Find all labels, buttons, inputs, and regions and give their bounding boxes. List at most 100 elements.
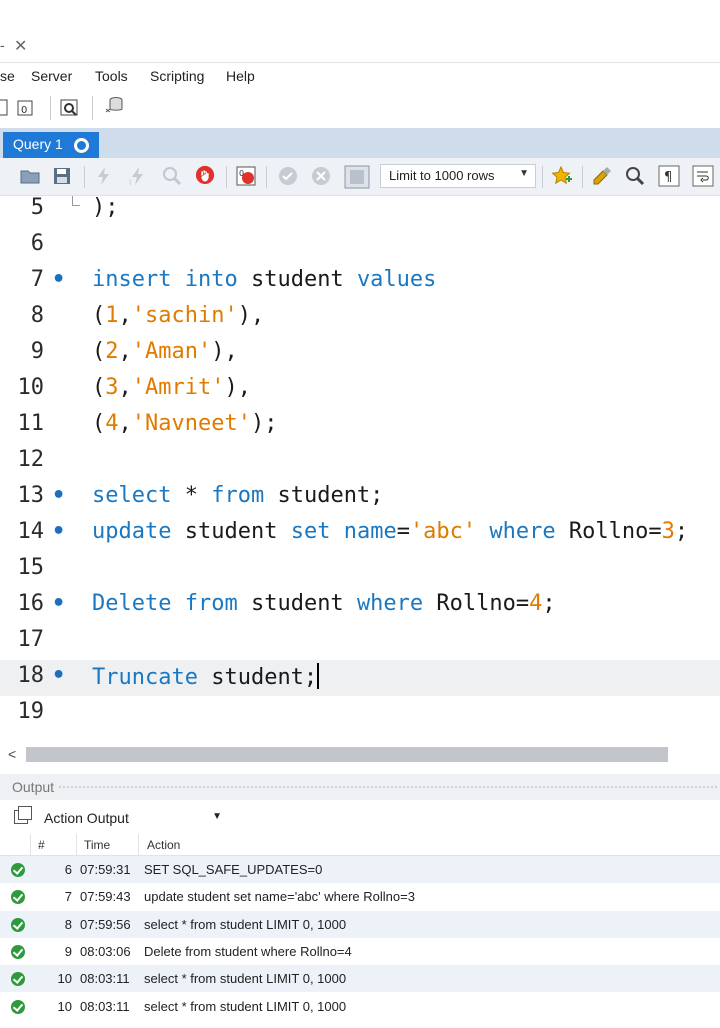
menu-item-scripting[interactable]: Scripting xyxy=(150,68,204,84)
rollback-icon[interactable] xyxy=(311,166,331,186)
table-row[interactable]: 10 08:03:11 select * from student LIMIT 0,… xyxy=(0,965,720,993)
tab-busy-icon xyxy=(74,138,89,153)
table-row[interactable]: 9 08:03:06 Delete from student where Rolln… xyxy=(0,938,720,965)
editor-line[interactable]: 16 • Delete from student where Rollno=4; xyxy=(0,588,720,624)
beautify-brush-icon[interactable] xyxy=(592,166,612,186)
code-token: ; xyxy=(542,591,556,616)
sql-keyword: values xyxy=(356,267,437,292)
close-window-button[interactable]: ✕ xyxy=(14,36,27,56)
sql-keyword: Truncate xyxy=(92,665,198,690)
code-token: , xyxy=(118,375,132,400)
column-divider xyxy=(138,834,139,856)
editor-horizontal-scrollbar[interactable]: < xyxy=(0,744,720,766)
code-token: Rollno= xyxy=(555,519,662,544)
sql-keyword: into xyxy=(184,267,238,292)
wrap-lines-icon[interactable] xyxy=(692,165,714,187)
output-type-select[interactable]: Action Output ▼ xyxy=(38,806,226,830)
editor-line[interactable]: 11 (4,'Navneet'); xyxy=(0,408,720,444)
code-token: ( xyxy=(92,339,106,364)
menu-item-server[interactable]: Server xyxy=(31,68,72,84)
editor-line[interactable]: 17 xyxy=(0,624,720,660)
copy-icon[interactable] xyxy=(14,806,32,824)
inspector-icon[interactable] xyxy=(60,98,80,118)
limit-rows-select[interactable]: Limit to 1000 rows ▼ xyxy=(380,164,536,188)
commit-icon[interactable] xyxy=(278,166,298,186)
statement-marker-icon: • xyxy=(52,267,66,292)
statement-marker-icon: • xyxy=(52,483,66,508)
editor-line[interactable]: 8 (1,'sachin'), xyxy=(0,300,720,336)
menu-item-help[interactable]: Help xyxy=(226,68,255,84)
editor-line[interactable]: 18 • Truncate student; xyxy=(0,660,720,696)
editor-line[interactable]: 10 (3,'Amrit'), xyxy=(0,372,720,408)
code-token: student; xyxy=(264,483,384,508)
table-row[interactable]: 8 07:59:56 select * from student LIMIT 0, … xyxy=(0,910,720,938)
table-row[interactable]: 10 08:03:11 select * from student LIMIT 0,… xyxy=(0,993,720,1020)
svg-text:0: 0 xyxy=(239,169,244,178)
table-row[interactable]: 7 07:59:43 update student set name='abc' w… xyxy=(0,883,720,910)
editor-line[interactable]: 14 • update student set name='abc' where R… xyxy=(0,516,720,552)
toolbar-separator xyxy=(50,96,51,120)
sql-editor[interactable]: 5); 6 7 • insert into student values 8 (1,'sac… xyxy=(0,196,720,744)
column-header-time[interactable]: Time xyxy=(84,838,110,852)
menu-item-tools[interactable]: Tools xyxy=(95,68,128,84)
sql-literal: 4 xyxy=(105,411,119,436)
menu-item-database[interactable]: se xyxy=(0,68,15,84)
database-connect-icon[interactable] xyxy=(104,96,124,116)
scroll-left-icon[interactable]: < xyxy=(8,746,16,762)
code-text: Truncate student; xyxy=(92,663,320,690)
code-token: * xyxy=(171,483,212,508)
toggle-errors-icon[interactable]: 0 xyxy=(236,166,256,186)
table-row[interactable]: 6 07:59:31 SET SQL_SAFE_UPDATES=0 xyxy=(0,856,720,883)
editor-line[interactable]: 15 xyxy=(0,552,720,588)
find-icon[interactable] xyxy=(625,166,645,186)
execute-current-icon[interactable]: I xyxy=(128,166,148,186)
editor-line[interactable]: 5); xyxy=(0,196,720,228)
success-check-icon xyxy=(11,863,25,877)
open-folder-icon[interactable] xyxy=(20,166,40,186)
autocommit-icon[interactable] xyxy=(344,165,370,189)
code-token: ); xyxy=(92,196,119,220)
code-text: select * from student; xyxy=(92,483,383,508)
toolbar-separator xyxy=(92,96,93,120)
stop-icon[interactable] xyxy=(195,165,215,185)
execute-icon[interactable] xyxy=(94,166,114,186)
success-check-icon xyxy=(11,917,25,932)
editor-line[interactable]: 13 • select * from student; xyxy=(0,480,720,516)
explain-icon[interactable] xyxy=(162,166,182,186)
chevron-down-icon: ▼ xyxy=(212,811,222,822)
add-snippet-star-icon[interactable] xyxy=(552,166,572,186)
panel-drag-grip[interactable] xyxy=(58,785,718,790)
invisible-chars-icon[interactable]: ¶ xyxy=(658,165,680,187)
sql-keyword: where xyxy=(489,519,556,544)
open-sql-script-icon[interactable]: 0 xyxy=(16,98,36,118)
minimize-button[interactable]: - xyxy=(0,37,5,53)
editor-line[interactable]: 12 xyxy=(0,444,720,480)
column-header-action[interactable]: Action xyxy=(147,838,180,852)
row-action: SET SQL_SAFE_UPDATES=0 xyxy=(144,862,323,877)
column-header-number[interactable]: # xyxy=(38,838,45,852)
scrollbar-thumb[interactable] xyxy=(26,747,668,762)
sql-keyword: from xyxy=(211,483,265,508)
sql-keyword: set xyxy=(290,519,331,544)
output-title: Output xyxy=(12,779,55,795)
line-number: 12 xyxy=(17,447,45,472)
sql-literal: 3 xyxy=(661,519,675,544)
code-text: update student set name='abc' where Roll… xyxy=(92,519,688,544)
sql-keyword: from xyxy=(184,591,238,616)
code-text: (1,'sachin'), xyxy=(92,303,264,328)
row-time: 07:59:56 xyxy=(80,916,131,932)
code-token: ); xyxy=(250,411,278,436)
editor-line[interactable]: 6 xyxy=(0,228,720,264)
save-icon[interactable] xyxy=(52,166,72,186)
tab-query-1[interactable]: Query 1 xyxy=(3,132,99,158)
sql-keyword: name xyxy=(343,519,397,544)
editor-line[interactable]: 7 • insert into student values xyxy=(0,264,720,300)
editor-line[interactable]: 9 (2,'Aman'), xyxy=(0,336,720,372)
toolbar-separator xyxy=(84,166,85,188)
text-cursor xyxy=(317,663,320,689)
editor-line[interactable]: 19 xyxy=(0,696,720,732)
column-divider xyxy=(30,834,31,856)
code-token: student xyxy=(237,267,357,292)
code-token: ), xyxy=(224,375,251,400)
